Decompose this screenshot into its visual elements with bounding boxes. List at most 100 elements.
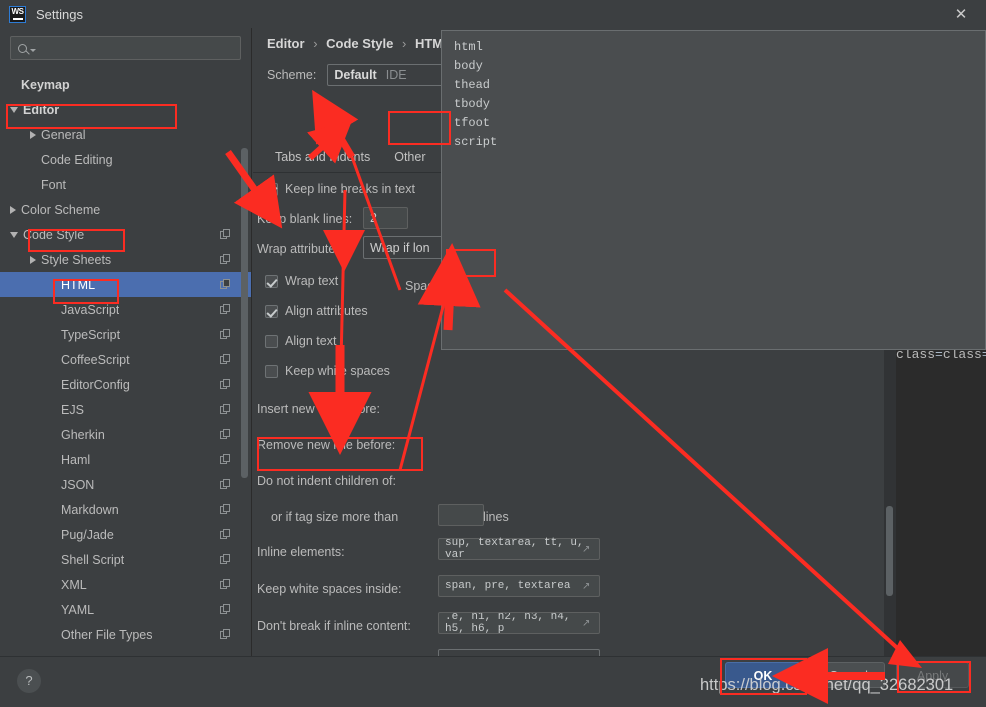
keep-line-breaks-label: Keep line breaks in text (285, 182, 415, 196)
tag-list-item[interactable]: script (454, 133, 985, 152)
tag-list-item[interactable]: tfoot (454, 114, 985, 133)
sidebar-item-typescript[interactable]: TypeScript (0, 322, 251, 347)
close-icon[interactable]: ✕ (952, 5, 970, 23)
sidebar-item-gherkin[interactable]: Gherkin (0, 422, 251, 447)
chevron-right-icon[interactable] (30, 255, 36, 264)
search-input[interactable] (10, 36, 241, 60)
keep-line-breaks-row[interactable]: Keep line breaks in text (265, 182, 415, 196)
sidebar-item-keymap[interactable]: Keymap (0, 72, 251, 97)
chevron-down-icon (30, 48, 36, 52)
align-attributes-row[interactable]: Align attributes (265, 304, 368, 318)
help-icon[interactable]: ? (17, 669, 41, 693)
chevron-right-icon[interactable] (30, 130, 36, 139)
copy-scheme-icon[interactable] (220, 429, 231, 440)
checkbox-align-text[interactable] (265, 334, 278, 348)
breadcrumb-separator-2: › (401, 36, 407, 51)
sidebar-item-shell-script[interactable]: Shell Script (0, 547, 251, 572)
copy-scheme-icon[interactable] (220, 454, 231, 465)
tab-other[interactable]: Other (382, 150, 437, 172)
copy-scheme-icon[interactable] (220, 229, 231, 240)
checkbox-align-attributes[interactable] (265, 304, 278, 318)
checkbox-keep-line-breaks[interactable] (265, 182, 278, 196)
sidebar-item-label: CoffeeScript (61, 352, 130, 367)
sidebar-item-other-file-types[interactable]: Other File Types (0, 622, 251, 647)
breadcrumb-editor[interactable]: Editor (267, 36, 305, 51)
inline-elements-input[interactable]: sup, textarea, tt, u, var ↗ (438, 537, 600, 561)
scheme-label: Scheme: (267, 68, 317, 82)
keep-blank-lines-input[interactable]: 2 (363, 207, 408, 229)
tag-list-item[interactable]: thead (454, 76, 985, 95)
copy-scheme-icon[interactable] (220, 579, 231, 590)
tab-tabs-and-indents[interactable]: Tabs and Indents (263, 150, 382, 172)
copy-scheme-icon[interactable] (220, 329, 231, 340)
window-titlebar: WS Settings ✕ (0, 0, 986, 28)
sidebar-item-coffeescript[interactable]: CoffeeScript (0, 347, 251, 372)
sidebar-item-editor[interactable]: Editor (0, 97, 251, 122)
expand-icon[interactable]: ↗ (582, 618, 593, 629)
dont-break-inline-input[interactable]: .e, h1, h2, h3, h4, h5, h6, p ↗ (438, 612, 600, 634)
copy-scheme-icon[interactable] (220, 379, 231, 390)
breadcrumb-separator-1: › (313, 36, 318, 51)
sidebar-item-haml[interactable]: Haml (0, 447, 251, 472)
scheme-value-suffix: IDE (385, 68, 407, 82)
align-text-row[interactable]: Align text (265, 334, 336, 348)
sidebar-item-label: Style Sheets (41, 252, 112, 267)
copy-scheme-icon[interactable] (220, 304, 231, 315)
sidebar-item-markdown[interactable]: Markdown (0, 497, 251, 522)
new-line-first-attribute-select[interactable]: Never (438, 649, 600, 656)
sidebar-item-javascript[interactable]: JavaScript (0, 297, 251, 322)
copy-scheme-icon[interactable] (220, 629, 231, 640)
copy-scheme-icon[interactable] (220, 554, 231, 565)
sidebar-item-label: TypeScript (61, 327, 121, 342)
copy-scheme-icon[interactable] (220, 254, 231, 265)
tag-list-item[interactable]: html (454, 38, 985, 57)
sidebar-item-code-style[interactable]: Code Style (0, 222, 251, 247)
checkbox-keep-white-spaces[interactable] (265, 364, 278, 378)
sidebar-item-label: Code Style (23, 227, 85, 242)
sidebar-item-font[interactable]: Font (0, 172, 251, 197)
keep-white-spaces-inside-input[interactable]: span, pre, textarea ↗ (438, 575, 600, 597)
tag-list-item[interactable]: body (454, 57, 985, 76)
copy-scheme-icon[interactable] (220, 479, 231, 490)
expand-icon[interactable]: ↗ (582, 544, 593, 555)
sidebar-item-editorconfig[interactable]: EditorConfig (0, 372, 251, 397)
sidebar-item-label: General (41, 127, 86, 142)
sidebar-item-label: EditorConfig (61, 377, 130, 392)
expand-icon[interactable]: ↗ (582, 581, 593, 592)
sidebar-item-color-scheme[interactable]: Color Scheme (0, 197, 251, 222)
copy-scheme-icon[interactable] (220, 279, 231, 290)
sidebar-item-ejs[interactable]: EJS (0, 397, 251, 422)
sidebar-item-json[interactable]: JSON (0, 472, 251, 497)
sidebar-item-general[interactable]: General (0, 122, 251, 147)
sidebar-item-html[interactable]: HTML (0, 272, 251, 297)
sidebar-item-label: Color Scheme (21, 202, 101, 217)
chevron-down-icon[interactable] (10, 106, 18, 113)
sidebar-item-xml[interactable]: XML (0, 572, 251, 597)
chevron-right-icon[interactable] (10, 205, 16, 214)
sidebar-item-pug-jade[interactable]: Pug/Jade (0, 522, 251, 547)
sidebar-item-label: Pug/Jade (61, 527, 114, 542)
sidebar-item-label: Editor (23, 102, 60, 117)
tag-list-item[interactable]: tbody (454, 95, 985, 114)
sidebar-item-label: Font (41, 177, 67, 192)
preview-scrollbar[interactable] (886, 506, 893, 596)
wrap-text-row[interactable]: Wrap text (265, 274, 338, 288)
breadcrumb-code-style[interactable]: Code Style (326, 36, 393, 51)
copy-scheme-icon[interactable] (220, 604, 231, 615)
copy-scheme-icon[interactable] (220, 404, 231, 415)
keep-white-spaces-row[interactable]: Keep white spaces (265, 364, 390, 378)
copy-scheme-icon[interactable] (220, 504, 231, 515)
sidebar-item-yaml[interactable]: YAML (0, 597, 251, 622)
dont-break-inline-value: .e, h1, h2, h3, h4, h5, h6, p (445, 612, 571, 634)
sidebar-item-code-editing[interactable]: Code Editing (0, 147, 251, 172)
keep-white-spaces-inside-label: Keep white spaces inside: (257, 582, 402, 596)
keep-blank-lines-row: Keep blank lines: (257, 212, 352, 226)
or-if-tag-size-input[interactable] (438, 504, 484, 526)
sidebar-scrollbar[interactable] (241, 148, 248, 478)
copy-scheme-icon[interactable] (220, 354, 231, 365)
sidebar-item-style-sheets[interactable]: Style Sheets (0, 247, 251, 272)
checkbox-wrap-text[interactable] (265, 274, 278, 288)
tag-list-popup[interactable]: html body thead tbody tfoot script (441, 30, 986, 350)
chevron-down-icon[interactable] (10, 231, 18, 238)
copy-scheme-icon[interactable] (220, 529, 231, 540)
